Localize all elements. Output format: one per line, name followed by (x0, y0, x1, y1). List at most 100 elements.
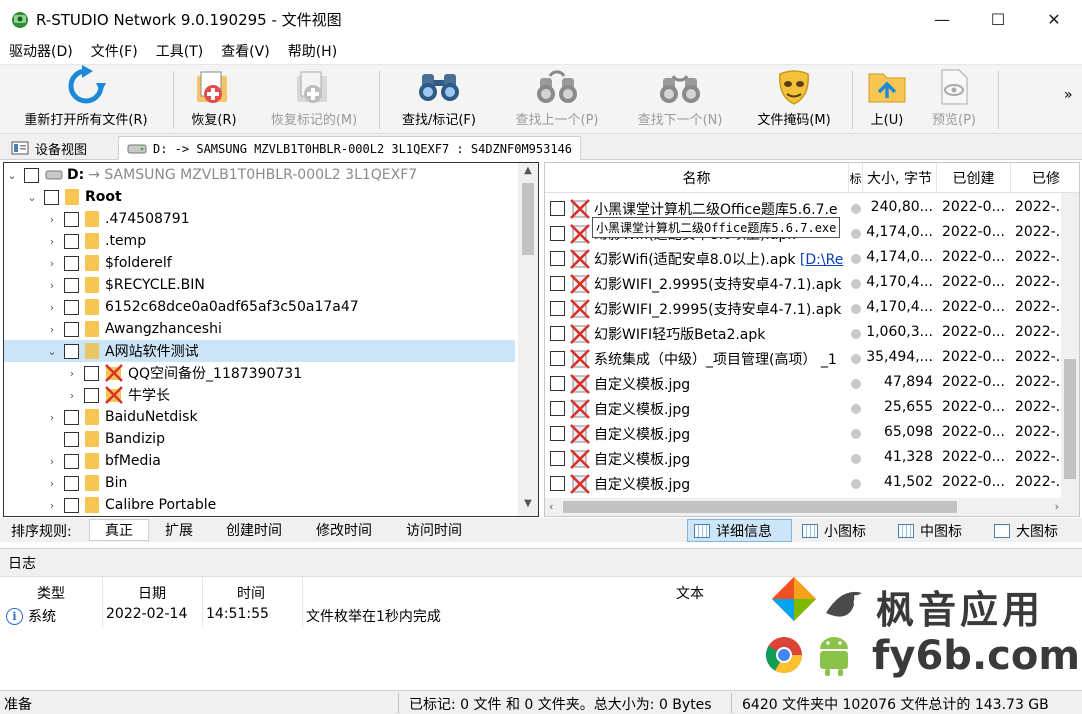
expand-chevron-icon[interactable]: › (44, 455, 60, 468)
menu-help[interactable]: 帮助(H) (279, 41, 346, 61)
expand-chevron-icon[interactable]: › (44, 301, 60, 314)
file-row[interactable]: 幻影Wifi(适配安卓8.0以上).apk [D:\Re 4,174,0... 20… (545, 246, 1065, 271)
tree-checkbox[interactable] (64, 343, 79, 359)
tree-checkbox[interactable] (44, 189, 59, 205)
tree-item[interactable]: Bandizip (4, 428, 515, 450)
file-row[interactable]: 自定义模板.jpg 25,655 2022-0... 2022-... (545, 396, 1065, 421)
tree-checkbox[interactable] (64, 409, 79, 425)
tab-drive-files[interactable]: D: -> SAMSUNG MZVLB1T0HBLR-000L2 3L1QEXF… (118, 136, 582, 160)
expand-chevron-icon[interactable]: › (44, 279, 60, 292)
menu-drive[interactable]: 驱动器(D) (0, 41, 82, 61)
tree-scrollbar[interactable]: ▲ ▼ (518, 163, 538, 516)
expand-chevron-icon[interactable]: › (44, 499, 60, 512)
tree-item[interactable]: › 牛学长 (4, 384, 515, 406)
file-checkbox[interactable] (550, 401, 565, 416)
tab-device-view[interactable]: 设备视图 (3, 136, 95, 160)
file-row[interactable]: 幻影WIFI_2.9995(支持安卓4-7.1).apk 4,170,4... 20… (545, 296, 1065, 321)
column-header-name[interactable]: 名称 (545, 163, 849, 193)
expand-chevron-icon[interactable]: › (44, 411, 60, 424)
sort-option-created[interactable]: 创建时间 (212, 519, 296, 541)
view-medium-icons-button[interactable]: 中图标 (892, 519, 984, 542)
tree-checkbox[interactable] (64, 475, 79, 491)
file-list-hscrollbar[interactable]: ‹ › (545, 498, 1079, 516)
log-header-time[interactable]: 时间 (237, 583, 265, 603)
file-checkbox[interactable] (550, 251, 565, 266)
tree-item-selected[interactable]: ⌄ A网站软件测试 (4, 340, 515, 362)
column-header-size[interactable]: 大小, 字节 (863, 163, 937, 193)
file-list-hscroll-thumb[interactable] (563, 501, 957, 513)
file-checkbox[interactable] (550, 351, 565, 366)
scroll-left-arrow-icon[interactable]: ‹ (549, 500, 553, 513)
expand-chevron-icon[interactable]: › (44, 477, 60, 490)
tree-item[interactable]: › $RECYCLE.BIN (4, 274, 515, 296)
file-row[interactable]: 自定义模板.jpg 65,098 2022-0... 2022-... (545, 421, 1065, 446)
file-path-link[interactable]: [D:\Re (800, 252, 843, 268)
column-header-modified[interactable]: 已修 (1011, 163, 1079, 193)
log-header-text[interactable]: 文本 (676, 583, 704, 603)
find-mark-button[interactable]: 查找/标记(F) (390, 67, 488, 133)
tree-item[interactable]: › 6152c68dce0a0adf65af3c50a17a47 (4, 296, 515, 318)
scroll-up-arrow-icon[interactable]: ▲ (518, 165, 538, 181)
tree-checkbox[interactable] (84, 365, 99, 381)
expand-chevron-icon[interactable]: › (44, 213, 60, 226)
expand-chevron-icon[interactable]: › (64, 389, 80, 402)
file-row[interactable]: 自定义模板.jpg 47,894 2022-0... 2022-... (545, 371, 1065, 396)
tree-checkbox[interactable] (64, 211, 79, 227)
find-prev-button[interactable]: 查找上一个(P) (505, 67, 609, 133)
file-checkbox[interactable] (550, 201, 565, 216)
tree-scroll-thumb[interactable] (522, 183, 534, 255)
preview-button[interactable]: 预览(P) (924, 67, 984, 133)
expand-chevron-icon[interactable]: › (44, 323, 60, 336)
recover-button[interactable]: 恢复(R) (184, 67, 244, 133)
minimize-button[interactable]: — (914, 0, 970, 38)
tree-checkbox[interactable] (24, 167, 39, 183)
menu-file[interactable]: 文件(F) (82, 41, 147, 61)
maximize-button[interactable]: ☐ (970, 0, 1026, 38)
reopen-all-button[interactable]: 重新打开所有文件(R) (12, 65, 160, 133)
recover-marked-button[interactable]: 恢复标记的(M) (262, 67, 366, 133)
file-row[interactable]: 自定义模板.jpg 41,502 2022-0... 2022-... (545, 471, 1065, 496)
expand-chevron-icon[interactable]: › (44, 235, 60, 248)
tree-checkbox[interactable] (84, 387, 99, 403)
log-header-type[interactable]: 类型 (37, 583, 65, 603)
tree-item[interactable]: › Bin (4, 472, 515, 494)
file-checkbox[interactable] (550, 276, 565, 291)
close-button[interactable]: ✕ (1026, 0, 1082, 38)
sort-option-accessed[interactable]: 访问时间 (392, 519, 476, 541)
file-mask-button[interactable]: 文件掩码(M) (750, 67, 838, 133)
file-checkbox[interactable] (550, 426, 565, 441)
expand-chevron-icon[interactable]: › (64, 367, 80, 380)
file-row[interactable]: 幻影WIFI轻巧版Beta2.apk 1,060,3... 2022-0... 202… (545, 321, 1065, 346)
tree-drive-node[interactable]: ⌄ D: → SAMSUNG MZVLB1T0HBLR-000L2 3L1QEX… (4, 164, 515, 186)
file-row[interactable]: 自定义模板.jpg 41,328 2022-0... 2022-... (545, 446, 1065, 471)
menu-tools[interactable]: 工具(T) (147, 41, 212, 61)
file-checkbox[interactable] (550, 476, 565, 491)
tree-item[interactable]: › QQ空间备份_1187390731 (4, 362, 515, 384)
tree-checkbox[interactable] (64, 233, 79, 249)
file-row[interactable]: 幻影WIFI_2.9995(支持安卓4-7.1).apk 4,170,4... 20… (545, 271, 1065, 296)
up-button[interactable]: 上(U) (862, 67, 912, 133)
log-header-date[interactable]: 日期 (138, 583, 166, 603)
column-header-flag[interactable]: 标 (849, 163, 863, 193)
tree-checkbox[interactable] (64, 299, 79, 315)
sort-option-real[interactable]: 真正 (89, 519, 149, 541)
tree-item[interactable]: › bfMedia (4, 450, 515, 472)
tree-item[interactable]: › Awangzhanceshi (4, 318, 515, 340)
scroll-right-arrow-icon[interactable]: › (1055, 500, 1059, 513)
file-row[interactable]: 系统集成（中级）_项目管理(高项） _1 35,494,... 2022-0... 2… (545, 346, 1065, 371)
find-next-button[interactable]: 查找下一个(N) (628, 67, 732, 133)
scroll-down-arrow-icon[interactable]: ▼ (518, 498, 538, 514)
file-checkbox[interactable] (550, 326, 565, 341)
tree-checkbox[interactable] (64, 321, 79, 337)
tree-item[interactable]: › .474508791 (4, 208, 515, 230)
tree-item[interactable]: › BaiduNetdisk (4, 406, 515, 428)
file-list-vscrollbar[interactable] (1061, 193, 1079, 498)
tree-checkbox[interactable] (64, 255, 79, 271)
tree-item[interactable]: › Calibre Portable (4, 494, 515, 516)
tree-item[interactable]: › .temp (4, 230, 515, 252)
tree-checkbox[interactable] (64, 453, 79, 469)
view-small-icons-button[interactable]: 小图标 (796, 519, 888, 542)
tree-root-node[interactable]: ⌄ Root (4, 186, 515, 208)
menu-view[interactable]: 查看(V) (212, 41, 279, 61)
expand-chevron-icon[interactable]: › (44, 257, 60, 270)
